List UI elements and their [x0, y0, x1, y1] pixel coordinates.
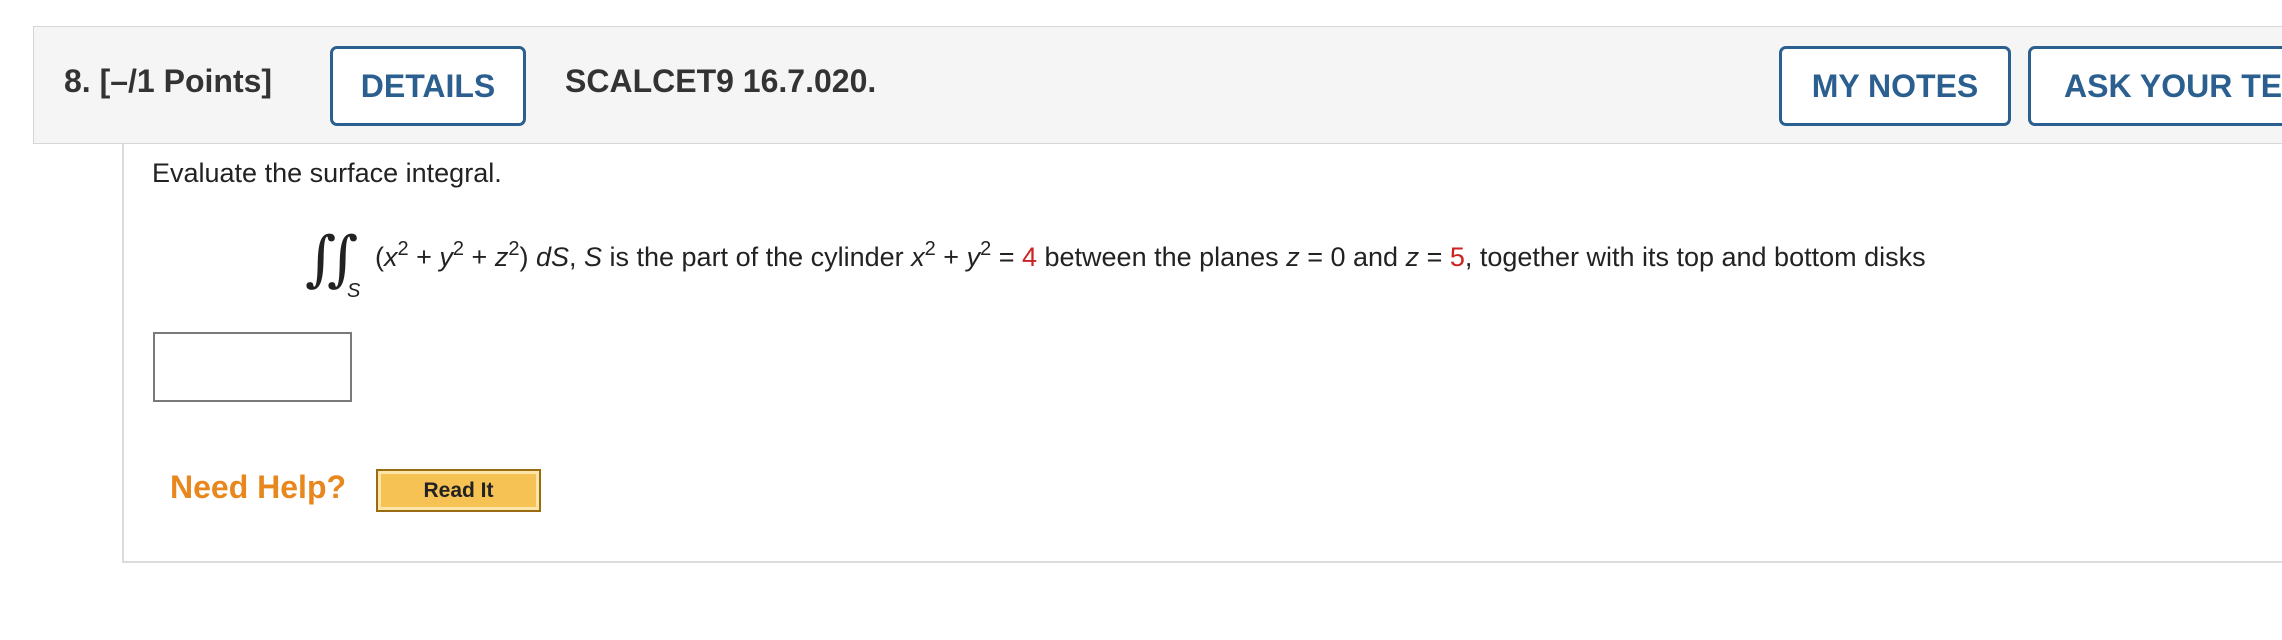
radius-squared-value: 4 — [1021, 242, 1037, 272]
double-integral-symbol: ∫ ∫ S — [305, 224, 361, 302]
instruction-text: Evaluate the surface integral. — [152, 158, 502, 188]
read-it-button[interactable]: Read It — [376, 469, 541, 512]
my-notes-button[interactable]: MY NOTES — [1779, 46, 2011, 126]
integrand: (x2 + y2 + z2) dS, S is the part of the … — [375, 238, 1926, 272]
z-upper-value: 5 — [1449, 242, 1465, 272]
problem-code: SCALCET9 16.7.020. — [565, 63, 877, 99]
surface-integral-expression: ∫ ∫ S (x2 + y2 + z2) dS, S is the part of… — [305, 224, 1926, 310]
question-number: 8. — [64, 63, 91, 99]
need-help-label: Need Help? — [170, 469, 347, 505]
ask-teacher-button[interactable]: ASK YOUR TEA — [2028, 46, 2282, 126]
integral-subscript: S — [347, 280, 361, 302]
question-label: 8. [–/1 Points] — [64, 63, 272, 100]
details-button[interactable]: DETAILS — [330, 46, 526, 126]
z-lower-value: 0 — [1330, 242, 1346, 272]
question-points: [–/1 Points] — [99, 63, 273, 99]
answer-input[interactable] — [153, 332, 352, 402]
